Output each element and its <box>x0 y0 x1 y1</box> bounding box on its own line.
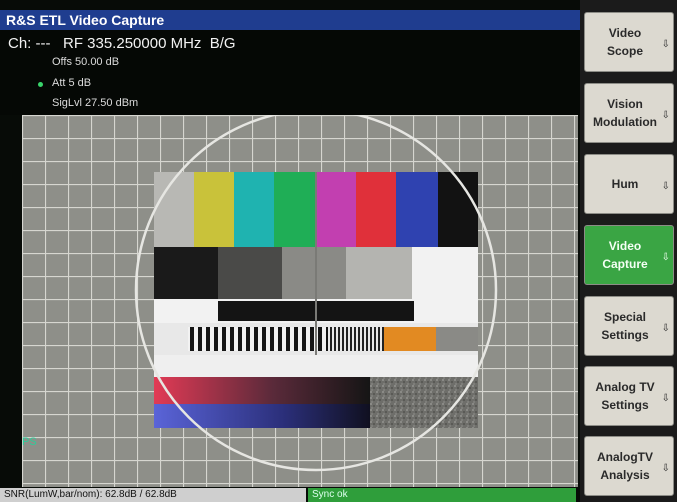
submenu-arrow-icon: ⇩ <box>661 323 670 334</box>
test-pattern-image <box>22 108 578 487</box>
sync-status: Sync ok <box>308 488 576 502</box>
snr-status: SNR(LumW,bar/nom): 62.8dB / 62.8dB <box>0 488 306 502</box>
window-title: R&S ETL Video Capture <box>0 10 580 30</box>
attenuation-readout: Att 5 dB <box>52 77 92 89</box>
softkey-label: Video Scope <box>606 26 643 58</box>
instrument-screen: R&S ETL Video Capture Ch: --- RF 335.250… <box>0 0 580 502</box>
softkey-label: Analog TV Settings <box>595 380 655 412</box>
hum-softkey[interactable]: Hum ⇩ <box>584 154 674 214</box>
attenuation-indicator-icon <box>38 82 43 87</box>
channel-frequency-readout: Ch: --- RF 335.250000 MHz B/G <box>8 35 236 52</box>
softkey-label: Vision Modulation <box>593 97 657 129</box>
video-capture-display <box>22 108 578 487</box>
offset-readout: Offs 50.00 dB <box>52 56 120 68</box>
softkey-label: Video Capture <box>602 239 648 271</box>
special-settings-softkey[interactable]: Special Settings ⇩ <box>584 296 674 356</box>
submenu-arrow-icon: ⇩ <box>661 110 670 121</box>
analog-tv-settings-softkey[interactable]: Analog TV Settings ⇩ <box>584 366 674 426</box>
submenu-arrow-icon: ⇩ <box>661 393 670 404</box>
submenu-arrow-icon: ⇩ <box>661 463 670 474</box>
softkey-panel: Video Scope ⇩ Vision Modulation ⇩ Hum ⇩ … <box>580 0 677 502</box>
submenu-arrow-icon: ⇩ <box>661 252 670 263</box>
status-bar: SNR(LumW,bar/nom): 62.8dB / 62.8dB Sync … <box>0 488 580 502</box>
vision-modulation-softkey[interactable]: Vision Modulation ⇩ <box>584 83 674 143</box>
softkey-label: AnalogTV Analysis <box>597 450 653 482</box>
video-capture-softkey[interactable]: Video Capture ⇩ <box>584 225 674 285</box>
softkey-label: Hum <box>611 177 639 191</box>
signal-level-readout: SigLvl 27.50 dBm <box>52 97 139 109</box>
analog-tv-analysis-softkey[interactable]: AnalogTV Analysis ⇩ <box>584 436 674 496</box>
display-corner-label: PS <box>22 436 37 448</box>
softkey-label: Special Settings <box>601 310 649 342</box>
video-scope-softkey[interactable]: Video Scope ⇩ <box>584 12 674 72</box>
submenu-arrow-icon: ⇩ <box>661 181 670 192</box>
submenu-arrow-icon: ⇩ <box>661 39 670 50</box>
